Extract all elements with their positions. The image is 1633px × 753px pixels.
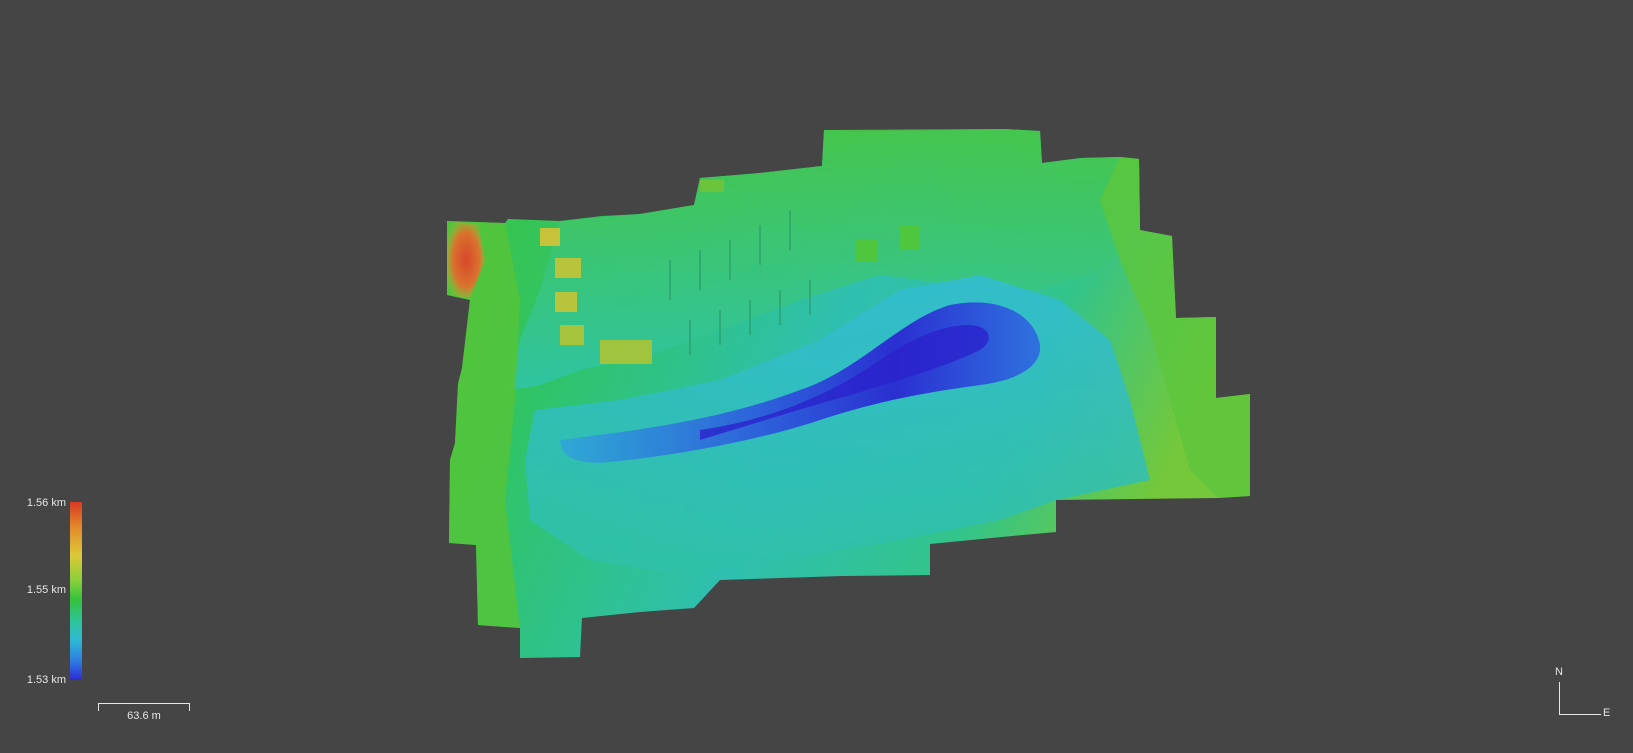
north-arrow: N E [1550,666,1620,726]
house [555,292,577,312]
house [900,225,920,249]
legend-min-label: 1.53 km [26,674,66,686]
elevation-color-bar [70,502,82,680]
legend-mid-label: 1.55 km [26,584,66,596]
elevation-model[interactable] [0,0,1633,753]
compass-north-label: N [1555,666,1563,678]
compass-north-axis [1559,682,1560,714]
compass-east-label: E [1603,707,1611,719]
house [555,258,581,278]
house [855,240,877,262]
elevation-legend: 1.56 km 1.55 km 1.53 km [0,490,100,690]
house [540,228,560,246]
house [560,325,584,345]
legend-max-label: 1.56 km [26,497,66,509]
house [600,340,652,364]
house [700,180,724,192]
map-viewport[interactable]: 1.56 km 1.55 km 1.53 km 63.6 m N E [0,0,1633,753]
scale-bar-label: 63.6 m [127,710,161,722]
compass-east-axis [1559,714,1601,715]
